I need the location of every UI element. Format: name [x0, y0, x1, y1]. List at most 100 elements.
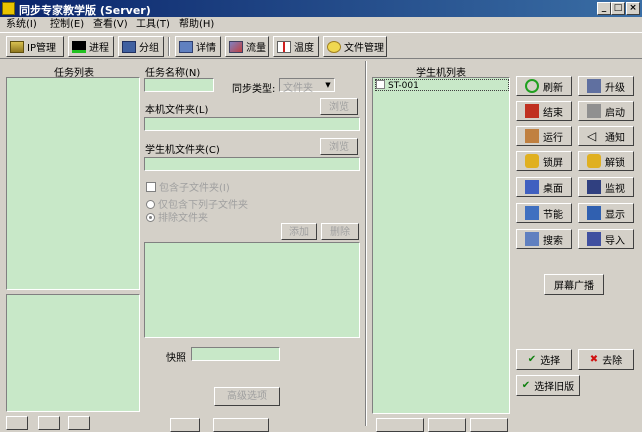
menu-bar: 系统(I) 控制(E) 查看(V) 工具(T) 帮助(H): [0, 17, 642, 32]
notify-label: 通知: [605, 132, 625, 144]
monitor-button[interactable]: 监视: [578, 177, 634, 197]
select-button[interactable]: ✔ 选择: [516, 349, 572, 370]
delete-task-icon[interactable]: [68, 416, 90, 430]
student-folder-label: 学生机文件夹(C): [145, 145, 220, 156]
import-label: 导入: [605, 235, 625, 247]
select-all-button[interactable]: [376, 418, 424, 432]
radio-icon: [146, 200, 155, 209]
snapshot-input[interactable]: [191, 347, 280, 361]
add-folder-button[interactable]: 添加: [281, 223, 317, 240]
invert-button[interactable]: [470, 418, 508, 432]
sync-type-label: 同步类型:: [232, 84, 276, 95]
ip-icon: [10, 40, 24, 53]
detail-button[interactable]: 详情: [175, 36, 221, 57]
radio-selected-icon: [146, 213, 155, 222]
lock-label: 锁屏: [543, 157, 563, 169]
sync-type-select[interactable]: 文件夹 ▼: [279, 78, 335, 94]
save-task-button[interactable]: [170, 418, 200, 432]
file-manage-button[interactable]: 文件管理: [323, 36, 387, 57]
toolbar: IP管理 进程 分组 详情 流量 温度 文件管理: [0, 32, 642, 59]
menu-tools[interactable]: 工具(T): [136, 17, 170, 32]
subfolder-list[interactable]: [144, 242, 360, 338]
lock-icon: [525, 154, 539, 168]
list-item[interactable]: ST-001: [375, 79, 509, 91]
notify-button[interactable]: ◁ 通知: [578, 126, 634, 146]
refresh-icon: [525, 79, 539, 93]
display-button[interactable]: 显示: [578, 203, 634, 223]
local-browse-button[interactable]: 浏览: [320, 98, 358, 115]
desktop-label: 桌面: [543, 183, 563, 195]
apply-task-button[interactable]: [213, 418, 269, 432]
exclude-subfolders-radio[interactable]: 排除文件夹: [146, 209, 208, 224]
traffic-label: 流量: [246, 43, 266, 54]
process-label: 进程: [89, 43, 109, 54]
student-list[interactable]: [372, 77, 510, 414]
temperature-icon: [277, 40, 291, 53]
advanced-options-button[interactable]: 高级选项: [214, 387, 280, 406]
power-save-button[interactable]: 节能: [516, 203, 572, 223]
maximize-button[interactable]: □: [611, 2, 625, 15]
student-browse-button[interactable]: 浏览: [320, 138, 358, 155]
clear-button[interactable]: [428, 418, 466, 432]
close-icon: ✖: [589, 354, 599, 365]
display-icon: [587, 206, 601, 220]
search-button[interactable]: 搜索: [516, 229, 572, 249]
menu-view[interactable]: 查看(V): [93, 17, 128, 32]
process-button[interactable]: 进程: [68, 36, 114, 57]
ip-manage-button[interactable]: IP管理: [6, 36, 64, 57]
snapshot-label: 快照: [166, 353, 186, 364]
menu-system[interactable]: 系统(I): [6, 17, 37, 32]
start-label: 启动: [605, 107, 625, 119]
chevron-down-icon: ▼: [323, 80, 333, 90]
close-button[interactable]: ×: [626, 2, 640, 15]
select-old-label: 选择旧版: [534, 382, 575, 393]
start-button[interactable]: 启动: [578, 101, 634, 121]
run-icon: [525, 129, 539, 143]
temperature-label: 温度: [294, 43, 314, 54]
notify-icon: ◁: [587, 129, 597, 143]
add-task-icon[interactable]: [6, 416, 28, 430]
copy-task-icon[interactable]: [38, 416, 60, 430]
lock-button[interactable]: 锁屏: [516, 151, 572, 171]
run-button[interactable]: 运行: [516, 126, 572, 146]
student-name: ST-001: [388, 81, 419, 91]
end-label: 结束: [543, 107, 563, 119]
refresh-button[interactable]: 刷新: [516, 76, 572, 96]
unlock-button[interactable]: 解锁: [578, 151, 634, 171]
desktop-icon: [525, 180, 539, 194]
refresh-label: 刷新: [543, 82, 563, 94]
include-subfolders-label: 包含子文件夹(I): [159, 183, 230, 194]
local-folder-input[interactable]: [144, 117, 360, 131]
include-subfolders-checkbox[interactable]: 包含子文件夹(I): [146, 179, 230, 194]
upgrade-icon: [587, 79, 601, 93]
screen-broadcast-button[interactable]: 屏幕广播: [544, 274, 604, 295]
remove-button[interactable]: ✖ 去除: [578, 349, 634, 370]
task-name-input[interactable]: [144, 78, 214, 92]
delete-folder-button[interactable]: 删除: [321, 223, 359, 240]
remove-label: 去除: [602, 356, 623, 367]
task-name-label: 任务名称(N): [145, 68, 201, 79]
desktop-button[interactable]: 桌面: [516, 177, 572, 197]
group-button[interactable]: 分组: [118, 36, 164, 57]
student-checkbox[interactable]: [376, 80, 385, 89]
check-icon: ✔: [521, 380, 531, 391]
minimize-button[interactable]: _: [597, 2, 611, 15]
student-folder-input[interactable]: [144, 157, 360, 171]
menu-control[interactable]: 控制(E): [50, 17, 84, 32]
select-old-version-button[interactable]: ✔ 选择旧版: [516, 375, 580, 396]
task-list[interactable]: [6, 77, 140, 290]
power-save-icon: [525, 206, 539, 220]
search-label: 搜索: [543, 235, 563, 247]
task-detail-list[interactable]: [6, 294, 140, 412]
title-bar[interactable]: 同步专家教学版 (Server) _ □ ×: [0, 0, 642, 17]
end-button[interactable]: 结束: [516, 101, 572, 121]
local-folder-label: 本机文件夹(L): [145, 105, 209, 116]
group-icon: [122, 40, 136, 53]
monitor-icon: [587, 180, 601, 194]
menu-help[interactable]: 帮助(H): [179, 17, 214, 32]
traffic-button[interactable]: 流量: [225, 36, 269, 57]
upgrade-button[interactable]: 升级: [578, 76, 634, 96]
import-button[interactable]: 导入: [578, 229, 634, 249]
file-manage-icon: [327, 40, 341, 53]
temperature-button[interactable]: 温度: [273, 36, 319, 57]
